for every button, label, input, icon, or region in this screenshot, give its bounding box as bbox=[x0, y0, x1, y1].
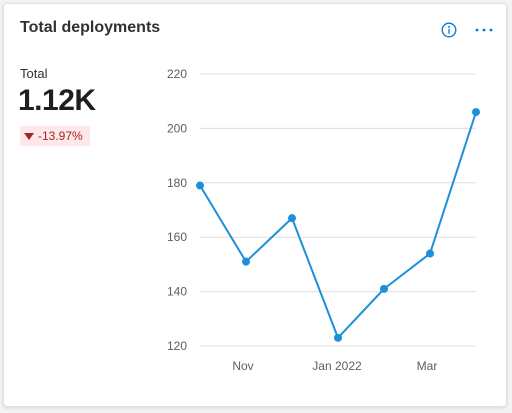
x-tick-label: Nov bbox=[232, 359, 253, 373]
y-tick-label: 160 bbox=[167, 230, 187, 244]
data-point[interactable] bbox=[380, 284, 388, 293]
data-point[interactable] bbox=[196, 181, 204, 190]
data-point[interactable] bbox=[288, 214, 296, 223]
series-line bbox=[199, 111, 477, 339]
data-point[interactable] bbox=[472, 108, 480, 117]
line-chart: 120 140 160 180 200 220 Nov Jan 2022 Mar bbox=[167, 67, 480, 373]
y-tick-label: 140 bbox=[167, 285, 187, 299]
x-tick-label: Mar bbox=[417, 359, 438, 373]
total-deployments-card: Total deployments Total 1.12K -13.97% 12… bbox=[3, 3, 507, 407]
y-tick-label: 200 bbox=[167, 121, 187, 135]
data-point[interactable] bbox=[426, 249, 434, 258]
y-tick-label: 180 bbox=[167, 176, 187, 190]
data-point[interactable] bbox=[334, 333, 342, 342]
x-tick-label: Jan 2022 bbox=[312, 359, 362, 373]
y-tick-label: 120 bbox=[167, 339, 187, 353]
data-point[interactable] bbox=[242, 257, 250, 266]
y-tick-label: 220 bbox=[167, 67, 187, 81]
